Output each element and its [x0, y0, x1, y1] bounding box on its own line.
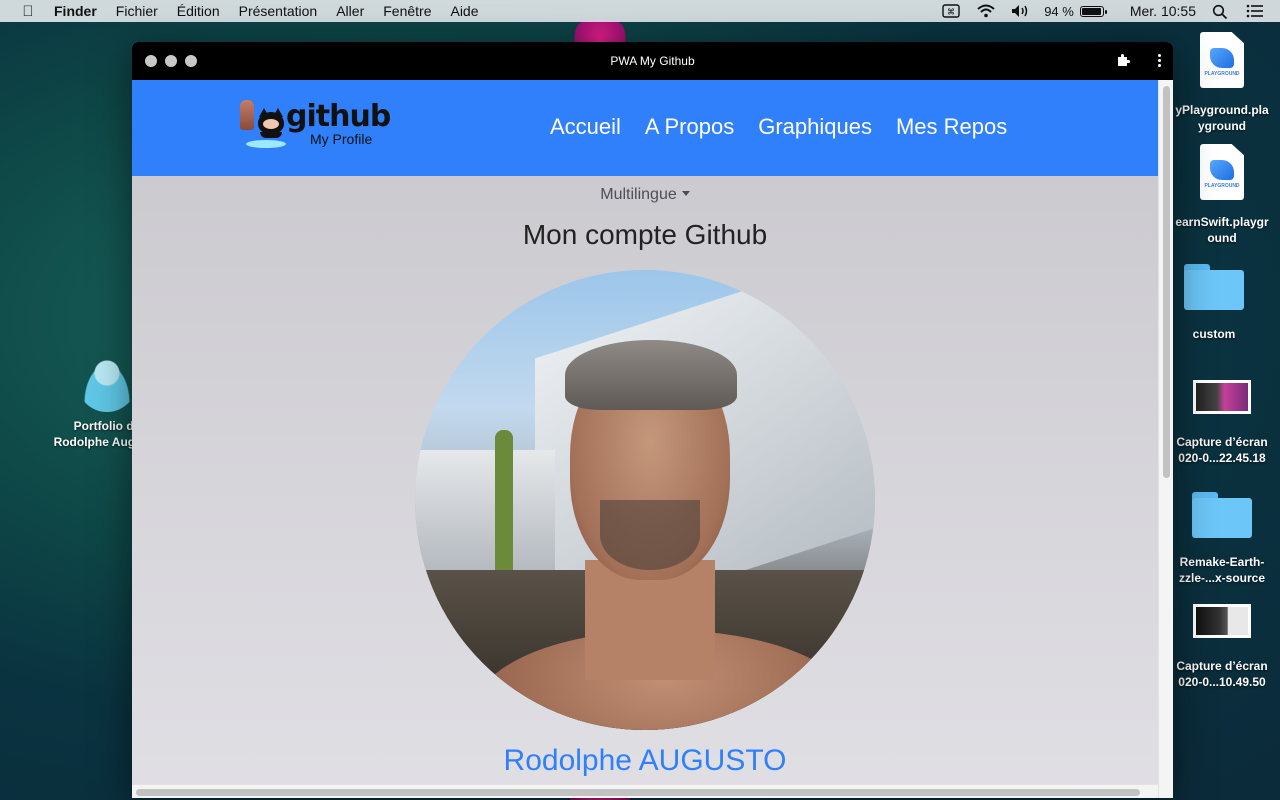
nav-link-graphiques[interactable]: Graphiques [758, 114, 872, 140]
profile-avatar [415, 270, 875, 730]
battery-percent[interactable]: 94 % [1044, 4, 1074, 19]
desktop-item-playground-1[interactable]: PLAYGROUND yPlayground.pla yground [1164, 32, 1280, 134]
menu-fichier[interactable]: Fichier [116, 3, 158, 19]
desktop-item-label: Capture d’écran 020-0...10.49.50 [1176, 659, 1268, 689]
folder-icon [1184, 264, 1244, 310]
menu-presentation[interactable]: Présentation [239, 3, 318, 19]
horizontal-scrollbar-thumb[interactable] [136, 789, 1140, 796]
folder-icon [1192, 492, 1252, 538]
window-titlebar[interactable]: PWA My Github [132, 42, 1173, 80]
language-dropdown[interactable]: Multilingue [132, 186, 1158, 204]
more-options-icon[interactable] [1157, 53, 1161, 68]
swift-playground-icon: PLAYGROUND [1200, 144, 1244, 200]
screenshot-thumbnail-icon [1193, 604, 1251, 638]
desktop-item-label: custom [1192, 327, 1236, 341]
menu-app-finder[interactable]: Finder [54, 3, 97, 19]
desktop-item-custom[interactable]: custom [1164, 264, 1264, 342]
vertical-scrollbar[interactable] [1158, 80, 1173, 798]
desktop-item-screenshot-2[interactable]: Capture d’écran 020-0...10.49.50 [1164, 604, 1280, 690]
menu-aide[interactable]: Aide [450, 3, 478, 19]
horizontal-scrollbar[interactable] [132, 784, 1158, 798]
vertical-scrollbar-thumb[interactable] [1163, 86, 1170, 478]
octocat-icon [256, 106, 286, 140]
logo-figure [240, 100, 254, 130]
language-dropdown-label: Multilingue [600, 186, 677, 203]
desktop-item-label: earnSwift.playgr ound [1175, 215, 1269, 245]
notification-center-icon[interactable] [1246, 4, 1264, 18]
menu-bar:  Finder Fichier Édition Présentation Al… [0, 0, 1280, 22]
navbar: github My Profile Accueil A Propos Graph… [132, 80, 1158, 176]
brand-word: github [286, 99, 391, 134]
nav-link-accueil[interactable]: Accueil [550, 114, 621, 140]
nav-link-a-propos[interactable]: A Propos [645, 114, 734, 140]
status-area: ⌘ 94 % Mer. 10:55 [942, 0, 1280, 22]
menu-edition[interactable]: Édition [177, 3, 220, 19]
window-title: PWA My Github [610, 54, 695, 68]
brand-subtitle: My Profile [310, 131, 373, 147]
apple-menu-icon[interactable]:  [20, 3, 36, 20]
wifi-icon[interactable] [976, 4, 995, 18]
clock[interactable]: Mer. 10:55 [1130, 3, 1196, 19]
spotlight-search-icon[interactable] [1212, 4, 1230, 20]
desktop-item-playground-2[interactable]: PLAYGROUND earnSwift.playgr ound [1164, 144, 1280, 246]
volume-icon[interactable] [1010, 4, 1028, 18]
pwa-window: PWA My Github github My Profile Accueil … [132, 42, 1173, 798]
extensions-puzzle-icon[interactable] [1115, 52, 1131, 68]
portfolio-avatar-icon [77, 352, 137, 412]
keyboard-icon[interactable]: ⌘ [942, 4, 960, 18]
menu-fenetre[interactable]: Fenêtre [383, 3, 431, 19]
desktop-item-label: Capture d’écran 020-0...22.45.18 [1176, 435, 1268, 465]
page-title: Mon compte Github [522, 219, 768, 250]
swift-playground-icon: PLAYGROUND [1200, 32, 1244, 88]
desktop-item-label: yPlayground.pla yground [1175, 103, 1269, 133]
svg-text:⌘: ⌘ [947, 8, 955, 17]
page-content: github My Profile Accueil A Propos Graph… [132, 80, 1158, 798]
desktop-item-screenshot-1[interactable]: Capture d’écran 020-0...22.45.18 [1164, 380, 1280, 466]
nav-links: Accueil A Propos Graphiques Mes Repos [550, 114, 1031, 140]
profile-name[interactable]: Rodolphe AUGUSTO [132, 744, 1158, 778]
caret-down-icon [681, 191, 690, 196]
battery-icon[interactable] [1079, 5, 1107, 17]
brand-logo[interactable]: github My Profile [238, 100, 391, 154]
desktop-item-remake-folder[interactable]: Remake-Earth- zzle-...x-source [1164, 492, 1280, 586]
menu-aller[interactable]: Aller [336, 3, 364, 19]
screenshot-thumbnail-icon [1193, 380, 1251, 414]
desktop-item-label: Remake-Earth- zzle-...x-source [1178, 555, 1266, 585]
nav-link-mes-repos[interactable]: Mes Repos [896, 114, 1007, 140]
